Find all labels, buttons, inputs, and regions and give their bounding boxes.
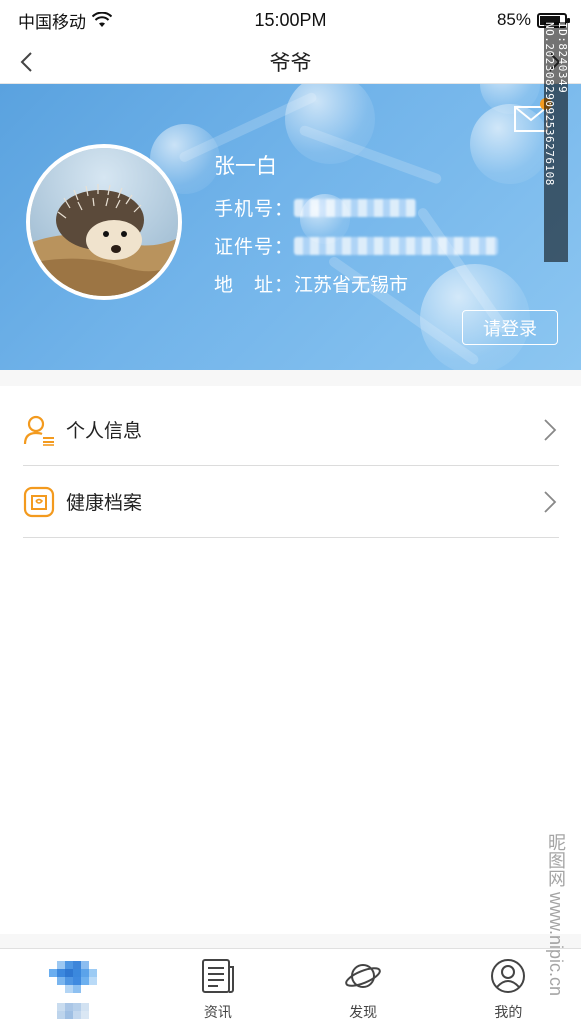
watermark-brand: 昵图网 www.nipic.cn [546,833,566,997]
home-icon [48,961,97,993]
id-row: 证件号： [214,232,498,259]
address-value: 江苏省无锡市 [294,275,409,296]
user-icon [491,959,526,993]
tab-news[interactable]: 资讯 [145,949,290,1024]
menu-label-health-record: 健康档案 [66,493,143,514]
tab-discover[interactable]: 发现 [291,949,436,1024]
chevron-right-icon [544,418,557,441]
id-label: 证件号： [214,237,295,258]
back-chevron-icon[interactable] [14,48,42,76]
tab-label-mine: 我的 [494,1004,523,1020]
news-icon [201,959,234,993]
planet-icon [345,964,381,988]
nav-bar: 爷爷 [0,40,581,84]
phone-label: 手机号： [214,199,295,220]
id-value-redacted [294,236,498,255]
health-record-icon [23,486,55,517]
home-label-redacted [56,1003,89,1019]
chevron-right-icon [544,490,557,513]
person-info-icon [23,415,54,446]
menu-item-health-record[interactable]: 健康档案 [23,466,559,538]
login-button[interactable]: 请登录 [462,310,558,345]
tab-label-news: 资讯 [203,1004,232,1020]
phone-row: 手机号： [214,194,416,221]
profile-name: 张一白 [214,155,277,178]
profile-banner: 张一白 手机号： 证件号： 地 址： 江苏省无锡市 请登录 [0,84,581,370]
tab-label-discover: 发现 [349,1004,378,1020]
phone-value-redacted [294,198,416,217]
tab-home[interactable] [0,949,145,1024]
address-row: 地 址： 江苏省无锡市 [214,270,408,297]
clock: 15:00PM [254,9,327,30]
watermark-id: ID:8240349 NO.20230829092536276108 [543,22,569,262]
address-label: 地 址： [214,275,295,296]
menu-list: 个人信息 健康档案 [0,386,581,934]
tab-bar: 资讯 发现 我的 [0,948,581,1024]
menu-label-personal-info: 个人信息 [66,421,143,442]
avatar[interactable] [26,144,182,300]
hedgehog-icon [30,148,178,296]
status-bar: 中国移动 15:00PM 85% [0,0,581,40]
page-title: 爷爷 [269,51,312,75]
menu-item-personal-info[interactable]: 个人信息 [23,394,559,466]
